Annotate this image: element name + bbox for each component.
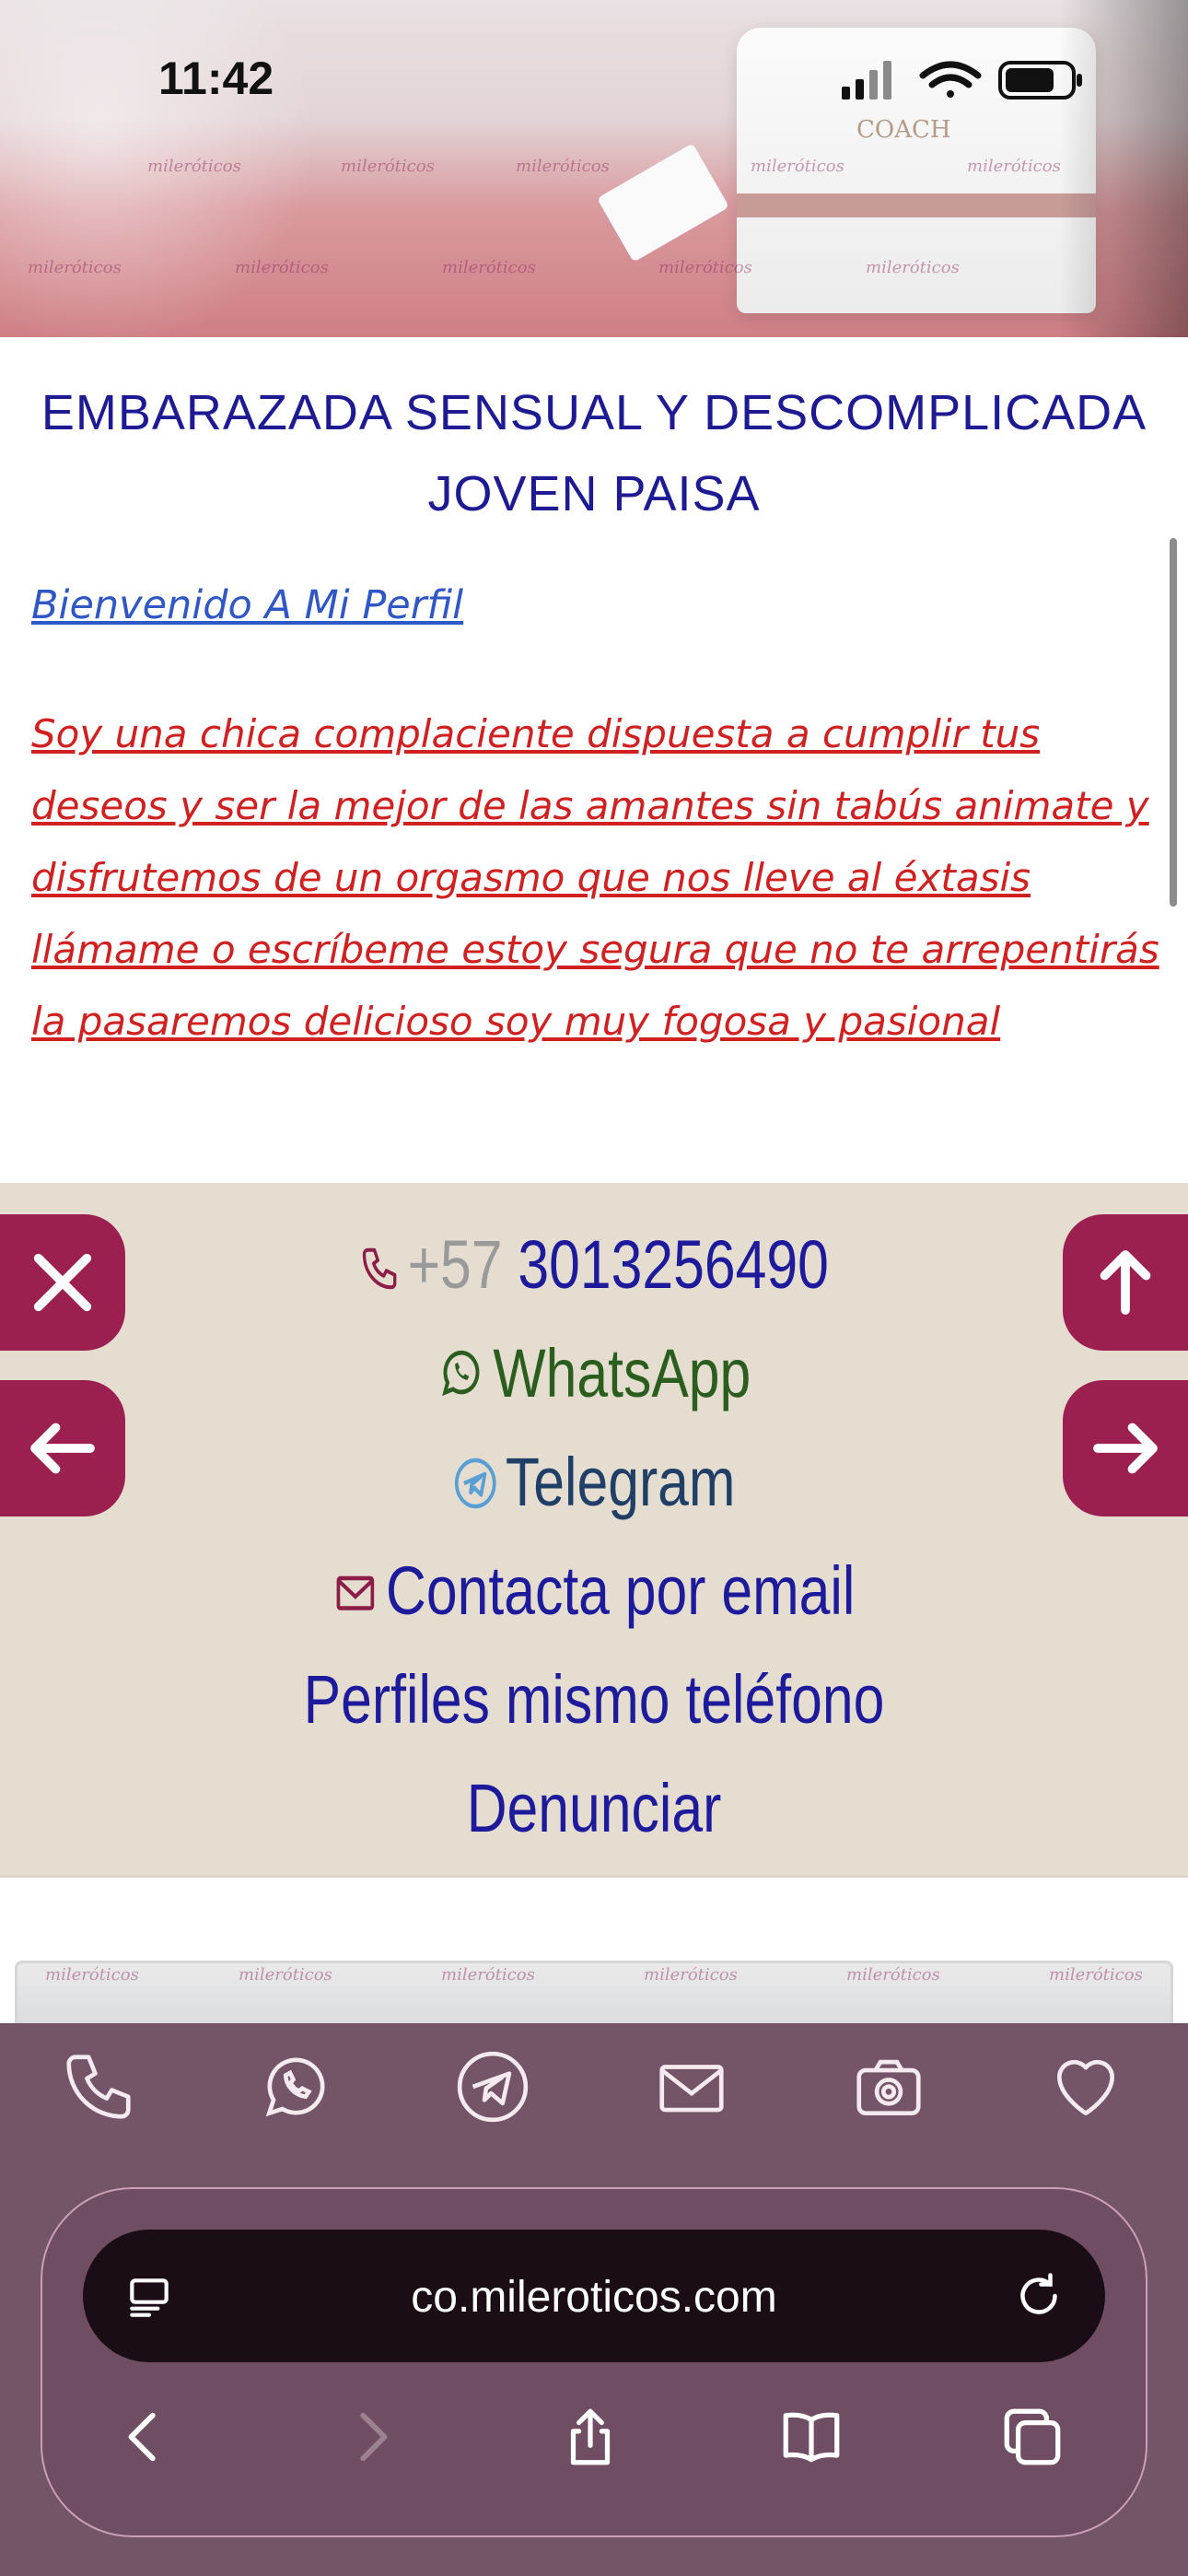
watermark: mileróticos (658, 258, 752, 277)
arrow-left-icon (30, 1423, 95, 1474)
toolbar-camera-button[interactable] (847, 2045, 930, 2128)
hero-tag (597, 143, 729, 263)
wifi-icon (919, 61, 982, 98)
watermark: mileróticos (846, 1965, 940, 1985)
battery-icon (998, 61, 1082, 100)
phone-icon (66, 2055, 131, 2119)
same-phone-profiles-link[interactable]: Perfiles mismo teléfono (107, 1660, 1081, 1739)
heart-icon (1057, 2059, 1114, 2115)
bookmarks-button[interactable] (770, 2395, 853, 2478)
cellular-signal-icon (842, 61, 891, 100)
camera-icon (856, 2059, 921, 2115)
previous-button[interactable] (0, 1380, 125, 1516)
watermark: mileróticos (516, 157, 610, 176)
hero-edge-shade (1059, 0, 1188, 337)
back-button[interactable] (103, 2395, 186, 2478)
arrow-up-icon (1100, 1250, 1151, 1315)
watermark: mileróticos (644, 1965, 738, 1985)
whatsapp-label: WhatsApp (493, 1335, 751, 1411)
watermark: mileróticos (28, 258, 122, 277)
phone-link[interactable]: +57 3013256490 (107, 1225, 1081, 1309)
watermark: mileróticos (442, 258, 536, 277)
phone-number: 3013256490 (518, 1226, 829, 1303)
close-icon (33, 1253, 92, 1312)
share-button[interactable] (549, 2395, 632, 2478)
hero-photo[interactable]: mileróticos mileróticos mileróticos mile… (0, 0, 1188, 337)
report-link[interactable]: Denunciar (107, 1769, 1081, 1847)
watermark: mileróticos (866, 258, 960, 277)
watermark: mileróticos (45, 1965, 139, 1985)
telegram-label: Telegram (505, 1444, 736, 1520)
ad-title: EMBARAZADA SENSUAL Y DESCOMPLICADA JOVEN… (41, 385, 1147, 521)
bookmarks-icon (783, 2412, 840, 2463)
ad-description: Soy una chica complaciente dispuesta a c… (31, 711, 1159, 1044)
watermark: mileróticos (239, 1965, 332, 1985)
tabs-button[interactable] (991, 2395, 1074, 2478)
email-label: Contacta por email (386, 1552, 856, 1629)
whatsapp-link[interactable]: WhatsApp (107, 1334, 1081, 1418)
watermark: mileróticos (441, 1965, 535, 1985)
back-icon (128, 2412, 156, 2462)
status-icons (838, 57, 1087, 103)
watermark: mileróticos (967, 157, 1061, 176)
telegram-icon (457, 2051, 529, 2123)
share-icon (570, 2408, 611, 2465)
status-time: 11:42 (158, 53, 274, 104)
telegram-link[interactable]: Telegram (107, 1443, 1081, 1527)
watermark: mileróticos (1049, 1965, 1143, 1985)
next-button[interactable] (1063, 1380, 1188, 1516)
toolbar-favorite-button[interactable] (1044, 2045, 1127, 2128)
arrow-right-icon (1093, 1423, 1158, 1474)
scroll-top-button[interactable] (1063, 1214, 1188, 1351)
forward-icon (360, 2412, 388, 2462)
reload-icon[interactable] (1011, 2268, 1066, 2324)
watermark: mileróticos (147, 157, 241, 176)
watermark: mileróticos (341, 157, 435, 176)
forward-button[interactable] (330, 2395, 413, 2478)
phone-icon (359, 1231, 400, 1309)
toolbar-telegram-button[interactable] (451, 2045, 534, 2128)
phone-prefix: +57 (407, 1226, 503, 1303)
page-scrollbar[interactable] (1170, 538, 1177, 907)
toolbar-whatsapp-button[interactable] (254, 2045, 337, 2128)
action-toolbar (0, 2045, 1188, 2128)
toolbar-mail-button[interactable] (650, 2045, 733, 2128)
url-text[interactable]: co.mileroticos.com (0, 2272, 1188, 2323)
email-link[interactable]: Contacta por email (107, 1551, 1081, 1635)
welcome-link[interactable]: Bienvenido A Mi Perfil (31, 582, 463, 628)
whatsapp-icon (265, 2057, 325, 2117)
hero-bag-band (737, 193, 1096, 217)
close-button[interactable] (0, 1214, 125, 1351)
whatsapp-icon (437, 1340, 485, 1418)
mail-icon (333, 1557, 379, 1635)
tabs-icon (1004, 2408, 1061, 2465)
bag-logo: COACH (856, 116, 951, 144)
browser-nav (0, 2395, 1188, 2478)
watermark: mileróticos (235, 258, 329, 277)
toolbar-phone-button[interactable] (57, 2045, 140, 2128)
telegram-icon (453, 1448, 498, 1527)
watermark: mileróticos (751, 157, 844, 176)
mail-icon (659, 2065, 724, 2113)
